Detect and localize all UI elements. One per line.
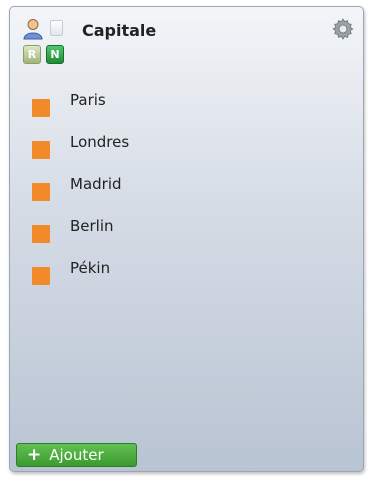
- panel-title: Capitale: [82, 21, 157, 40]
- panel-header: Capitale R N: [10, 7, 363, 67]
- list-item-label: Madrid: [70, 175, 122, 193]
- add-button-label: Ajouter: [49, 446, 104, 464]
- list-item[interactable]: Madrid: [30, 173, 330, 201]
- bullet-square: [32, 141, 50, 159]
- plus-icon: +: [27, 445, 42, 465]
- document-icon: [50, 20, 63, 36]
- list-item[interactable]: Londres: [30, 131, 330, 159]
- capitale-panel: Capitale R N Paris Londres Madrid Berlin…: [9, 6, 364, 472]
- list-item-label: Paris: [70, 91, 106, 109]
- list-item-label: Pékin: [70, 259, 111, 277]
- bullet-square: [32, 183, 50, 201]
- list-item[interactable]: Pékin: [30, 257, 330, 285]
- bullet-square: [32, 99, 50, 117]
- add-button[interactable]: + Ajouter: [16, 443, 137, 467]
- list-item-label: Berlin: [70, 217, 114, 235]
- bullet-square: [32, 267, 50, 285]
- n-badge[interactable]: N: [46, 45, 64, 64]
- list-item[interactable]: Paris: [30, 89, 330, 117]
- gear-icon[interactable]: [331, 17, 355, 41]
- list-item-label: Londres: [70, 133, 130, 151]
- r-badge[interactable]: R: [23, 45, 41, 64]
- bullet-square: [32, 225, 50, 243]
- list-item[interactable]: Berlin: [30, 215, 330, 243]
- user-icon: [23, 19, 43, 40]
